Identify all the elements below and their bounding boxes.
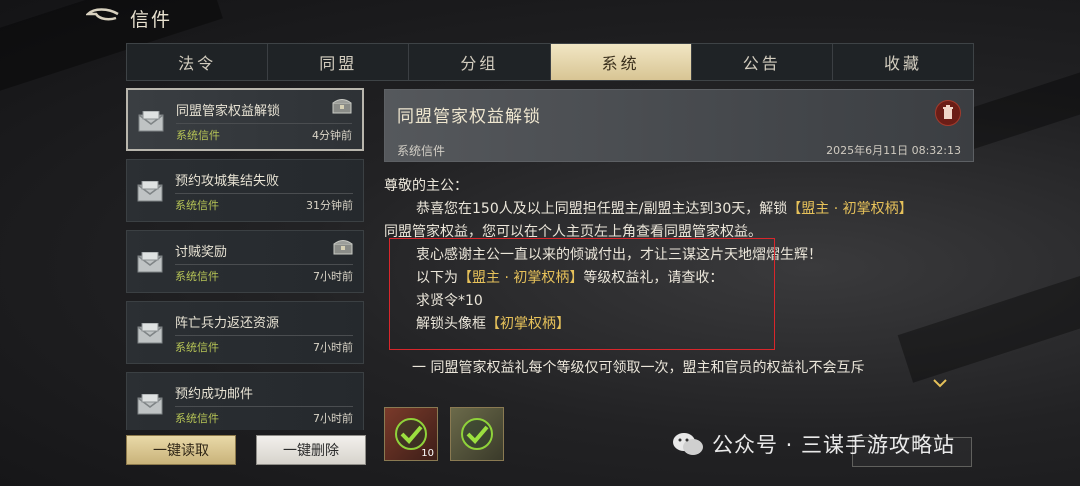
read-all-button[interactable]: 一键读取	[126, 435, 236, 465]
back-arrow-icon[interactable]	[86, 8, 120, 28]
mail-time: 7小时前	[313, 270, 353, 283]
mail-title: 阵亡兵力返还资源	[175, 316, 280, 331]
mail-item[interactable]: 阵亡兵力返还资源 系统信件 7小时前	[126, 301, 364, 364]
mail-note: 一 同盟管家权益礼每个等级仅可领取一次，盟主和官员的权益礼不会互斥	[412, 360, 865, 376]
mail-title: 预约成功邮件	[175, 387, 254, 402]
top-bar: 信件	[0, 0, 1080, 36]
mail-category: 系统信件	[175, 270, 219, 283]
chevron-down-icon[interactable]	[933, 378, 947, 388]
check-icon	[461, 418, 493, 450]
reward-item[interactable]: 10	[384, 407, 438, 461]
mail-category: 系统信件	[176, 129, 220, 142]
highlight-title: 【盟主 · 初掌权柄】	[787, 201, 913, 217]
mail-category: 系统信件	[175, 412, 219, 425]
attachment-chest-icon	[333, 240, 353, 255]
mail-title: 预约攻城集结失败	[175, 174, 280, 189]
wechat-icon	[673, 433, 703, 455]
attachment-chest-icon	[332, 99, 352, 114]
mail-item[interactable]: 同盟管家权益解锁 系统信件 4分钟前	[126, 88, 364, 151]
mail-title: 讨贼奖励	[175, 245, 228, 260]
mail-item[interactable]: 讨贼奖励 系统信件 7小时前	[126, 230, 364, 293]
mail-title: 同盟管家权益解锁	[176, 104, 281, 119]
mail-category: 系统信件	[175, 341, 219, 354]
envelope-icon	[137, 181, 163, 202]
tab-group[interactable]: 分组	[409, 44, 551, 80]
tab-system[interactable]: 系统	[550, 44, 692, 80]
envelope-icon	[137, 252, 163, 273]
mail-category: 系统信件	[175, 199, 219, 212]
mail-item[interactable]: 预约成功邮件 系统信件 7小时前	[126, 372, 364, 430]
tab-alliance[interactable]: 同盟	[268, 44, 410, 80]
tab-favorites[interactable]: 收藏	[833, 44, 973, 80]
mail-detail-header: 同盟管家权益解锁 系统信件 2025年6月11日 08:32:13	[384, 89, 974, 162]
mail-list: 同盟管家权益解锁 系统信件 4分钟前 预约攻城集结失败 系统信件 31分钟前 讨…	[126, 88, 366, 430]
watermark: 公众号 · 三谋手游攻略站	[672, 426, 955, 462]
divider	[175, 406, 353, 407]
mail-item[interactable]: 预约攻城集结失败 系统信件 31分钟前	[126, 159, 364, 222]
reward-item[interactable]	[450, 407, 504, 461]
mail-detail-category: 系统信件	[397, 144, 446, 158]
page-title: 信件	[130, 9, 173, 31]
mail-time: 7小时前	[313, 412, 353, 425]
divider	[175, 193, 353, 194]
mail-time: 31分钟前	[306, 199, 353, 212]
trash-icon	[943, 105, 953, 119]
delete-mail-button[interactable]	[935, 100, 961, 126]
delete-all-button[interactable]: 一键删除	[256, 435, 366, 465]
envelope-icon	[138, 111, 164, 132]
body-text: 恭喜您在150人及以上同盟担任盟主/副盟主达到30天，解锁	[416, 201, 788, 217]
mail-detail-title: 同盟管家权益解锁	[397, 107, 541, 127]
body-line: 恭喜您在150人及以上同盟担任盟主/副盟主达到30天，解锁【盟主 · 初掌权柄】	[384, 198, 984, 221]
tab-announcement[interactable]: 公告	[692, 44, 833, 80]
watermark-text: 公众号 · 三谋手游攻略站	[712, 433, 956, 457]
divider	[176, 123, 352, 124]
mail-time: 7小时前	[313, 341, 353, 354]
tab-decree[interactable]: 法令	[127, 44, 269, 80]
mail-tabs: 法令 同盟 分组 系统 公告 收藏	[126, 43, 974, 81]
background-streak	[958, 50, 1080, 150]
annotation-highlight-box	[389, 238, 775, 350]
divider	[175, 264, 353, 265]
envelope-icon	[137, 394, 163, 415]
mail-detail-timestamp: 2025年6月11日 08:32:13	[826, 144, 961, 157]
reward-quantity: 10	[421, 448, 434, 459]
greeting: 尊敬的主公：	[384, 178, 468, 194]
divider	[175, 335, 353, 336]
mail-time: 4分钟前	[312, 129, 352, 142]
envelope-icon	[137, 323, 163, 344]
check-icon	[395, 418, 427, 450]
